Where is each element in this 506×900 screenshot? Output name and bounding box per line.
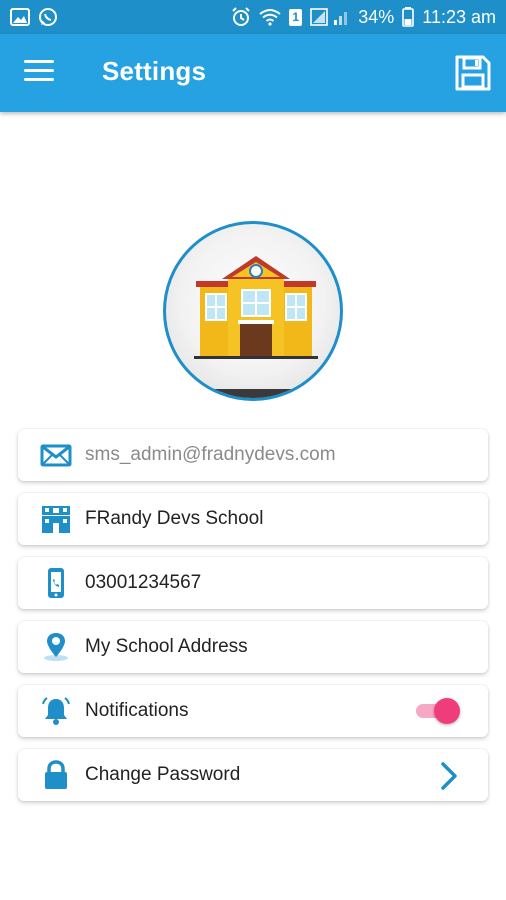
battery-percent: 34% (358, 6, 395, 27)
change-password-label: Change Password (85, 764, 241, 785)
school-name-row[interactable]: FRandy Devs School (18, 493, 488, 545)
settings-list: sms_admin@fradnydevs.com FRandy Devs Sch… (18, 429, 488, 813)
location-icon (44, 633, 68, 661)
alarm-icon (232, 7, 250, 26)
gallery-icon (10, 8, 30, 26)
school-icon (42, 506, 70, 533)
status-right-icons: 1 34% 11:23 am (231, 7, 496, 28)
address-row[interactable]: My School Address (18, 621, 488, 673)
signal-icon (310, 8, 348, 26)
school-building-icon (166, 256, 340, 398)
battery-icon (402, 7, 415, 27)
phone-field[interactable]: 03001234567 (85, 572, 201, 594)
toggle-thumb (434, 698, 460, 724)
school-avatar[interactable] (163, 221, 343, 401)
wifi-icon (259, 9, 281, 26)
save-icon[interactable] (454, 54, 492, 92)
clock: 11:23 am (422, 6, 496, 27)
notifications-label: Notifications (85, 700, 189, 721)
email-field[interactable]: sms_admin@fradnydevs.com (85, 444, 336, 466)
school-name-field[interactable]: FRandy Devs School (85, 508, 263, 530)
status-left-icons (10, 7, 58, 27)
phone-row[interactable]: 03001234567 (18, 557, 488, 609)
page-title: Settings (102, 56, 207, 86)
status-bar: 1 34% 11:23 am (0, 0, 506, 34)
email-row[interactable]: sms_admin@fradnydevs.com (18, 429, 488, 481)
address-field[interactable]: My School Address (85, 636, 248, 658)
email-icon (40, 444, 72, 467)
phone-icon (48, 568, 64, 598)
bell-icon (42, 697, 70, 725)
notifications-toggle[interactable] (416, 698, 460, 724)
change-password-row[interactable]: Change Password (18, 749, 488, 801)
whatsapp-icon (39, 8, 57, 26)
lock-icon (45, 760, 67, 789)
menu-icon[interactable] (24, 60, 54, 86)
sim-badge: 1 (289, 8, 303, 26)
chevron-right-icon[interactable] (438, 761, 460, 791)
app-bar: Settings (0, 34, 506, 112)
notifications-row[interactable]: Notifications (18, 685, 488, 737)
